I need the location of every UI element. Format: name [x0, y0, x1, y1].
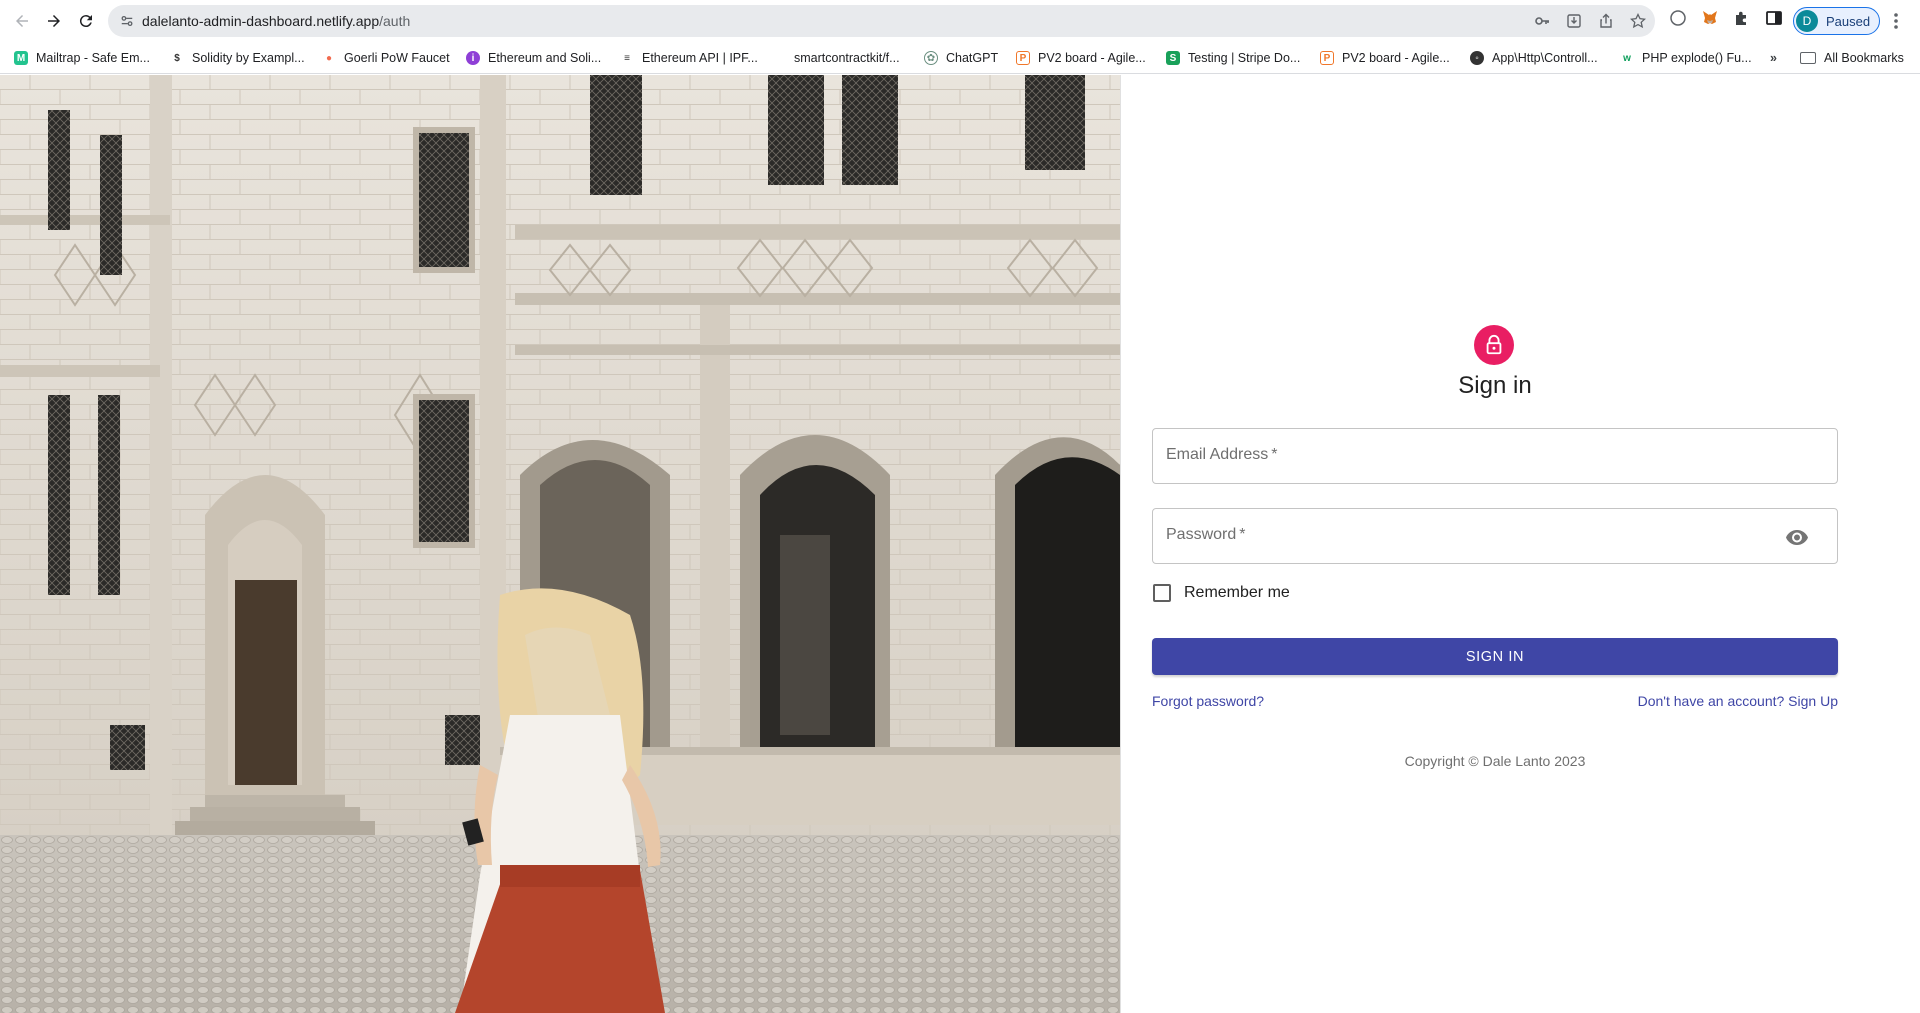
lock-avatar	[1474, 325, 1514, 365]
forgot-password-link[interactable]: Forgot password?	[1152, 693, 1264, 709]
bookmark-item[interactable]: ✿ ChatGPT	[924, 48, 998, 68]
reload-icon[interactable]	[70, 5, 102, 37]
url-path: /auth	[379, 13, 411, 29]
url-text: dalelanto-admin-dashboard.netlify.app/au…	[142, 13, 410, 29]
password-input[interactable]	[1153, 509, 1837, 563]
bookmark-item[interactable]: w PHP explode() Fu...	[1620, 48, 1752, 68]
bookmarks-overflow-icon[interactable]: »	[1770, 48, 1777, 68]
browser-toolbar: dalelanto-admin-dashboard.netlify.app/au…	[0, 0, 1920, 42]
bookmark-item[interactable]: ◦ App\Http\Controll...	[1470, 48, 1598, 68]
mailtrap-icon: M	[14, 51, 28, 65]
profile-avatar: D	[1796, 10, 1818, 32]
password-key-icon[interactable]	[1534, 13, 1550, 29]
bookmark-label: Ethereum and Soli...	[488, 51, 602, 65]
bookmark-label: Testing | Stripe Do...	[1188, 51, 1301, 65]
bookmark-item[interactable]: P PV2 board - Agile...	[1016, 48, 1146, 68]
all-bookmarks-label: All Bookmarks	[1824, 51, 1904, 65]
bookmark-star-icon[interactable]	[1630, 13, 1646, 29]
bookmark-label: Solidity by Exampl...	[192, 51, 305, 65]
bookmark-label: App\Http\Controll...	[1492, 51, 1598, 65]
forward-arrow-icon[interactable]	[38, 5, 70, 37]
show-password-icon[interactable]	[1785, 525, 1809, 549]
chatgpt-icon: ✿	[924, 51, 938, 65]
bookmark-label: Ethereum API | IPF...	[642, 51, 758, 65]
extensions-puzzle-icon[interactable]	[1733, 9, 1751, 27]
bookmark-label: PV2 board - Agile...	[1038, 51, 1146, 65]
bookmark-item[interactable]: ≡ Ethereum API | IPF...	[620, 48, 758, 68]
remember-me-checkbox[interactable]	[1153, 584, 1171, 602]
more-menu-icon[interactable]	[1888, 10, 1904, 32]
remember-me-label: Remember me	[1184, 584, 1290, 601]
sign-up-link[interactable]: Don't have an account? Sign Up	[1638, 693, 1838, 709]
jira-board-icon: P	[1320, 51, 1334, 65]
bookmark-item[interactable]: smartcontractkit/f...	[772, 48, 900, 68]
bookmark-item[interactable]: $ Solidity by Exampl...	[170, 48, 305, 68]
bookmark-item[interactable]: P PV2 board - Agile...	[1320, 48, 1450, 68]
email-input[interactable]	[1153, 429, 1837, 483]
site-info-icon[interactable]	[120, 14, 134, 28]
folder-icon	[1800, 52, 1816, 64]
all-bookmarks-button[interactable]: All Bookmarks	[1800, 48, 1904, 68]
ethereum-icon: i	[466, 51, 480, 65]
bookmark-item[interactable]: S Testing | Stripe Do...	[1166, 48, 1300, 68]
share-icon[interactable]	[1598, 13, 1614, 29]
copyright-text: Copyright © Dale Lanto 2023	[1404, 753, 1586, 769]
password-field[interactable]: Password *	[1152, 508, 1838, 564]
infura-icon: ≡	[620, 51, 634, 65]
metamask-fox-icon[interactable]	[1701, 9, 1719, 27]
solidity-icon: $	[170, 51, 184, 65]
bookmarks-bar: M Mailtrap - Safe Em... $ Solidity by Exam…	[0, 42, 1920, 74]
jira-board-icon: P	[1016, 51, 1030, 65]
extension-circle-icon[interactable]	[1669, 9, 1687, 27]
url-host: dalelanto-admin-dashboard.netlify.app	[142, 13, 380, 29]
bookmark-label: PV2 board - Agile...	[1342, 51, 1450, 65]
page-title: Sign in	[1458, 372, 1532, 399]
remember-me-row[interactable]: Remember me	[1152, 581, 1290, 605]
github-icon	[772, 51, 786, 65]
back-arrow-icon[interactable]	[6, 5, 38, 37]
profile-button[interactable]: D Paused	[1793, 7, 1880, 35]
bookmark-item[interactable]: M Mailtrap - Safe Em...	[14, 48, 150, 68]
signin-panel: Sign in Email Address * Password * Remembe…	[1152, 75, 1838, 1013]
install-app-icon[interactable]	[1566, 13, 1582, 29]
sign-in-button[interactable]: SIGN IN	[1152, 638, 1838, 675]
w3schools-icon: w	[1620, 51, 1634, 65]
address-bar[interactable]: dalelanto-admin-dashboard.netlify.app/au…	[108, 5, 1655, 37]
side-panel-icon[interactable]	[1765, 9, 1783, 27]
globe-icon: ◦	[1470, 51, 1484, 65]
profile-status: Paused	[1826, 13, 1871, 29]
bookmark-label: PHP explode() Fu...	[1642, 51, 1752, 65]
email-field[interactable]: Email Address *	[1152, 428, 1838, 484]
faucet-drop-icon: ●	[322, 51, 336, 65]
bookmark-item[interactable]: i Ethereum and Soli...	[466, 48, 601, 68]
bookmark-label: ChatGPT	[946, 51, 999, 65]
panel-divider	[1120, 75, 1121, 1013]
lock-icon	[1486, 334, 1502, 355]
stripe-icon: S	[1166, 51, 1180, 65]
bookmark-label: Mailtrap - Safe Em...	[36, 51, 150, 65]
auth-page: Sign in Email Address * Password * Remembe…	[0, 75, 1920, 1013]
hero-photo	[0, 75, 1120, 1013]
bookmark-label: smartcontractkit/f...	[794, 51, 900, 65]
bookmark-item[interactable]: ● Goerli PoW Faucet	[322, 48, 450, 68]
bookmark-label: Goerli PoW Faucet	[344, 51, 450, 65]
